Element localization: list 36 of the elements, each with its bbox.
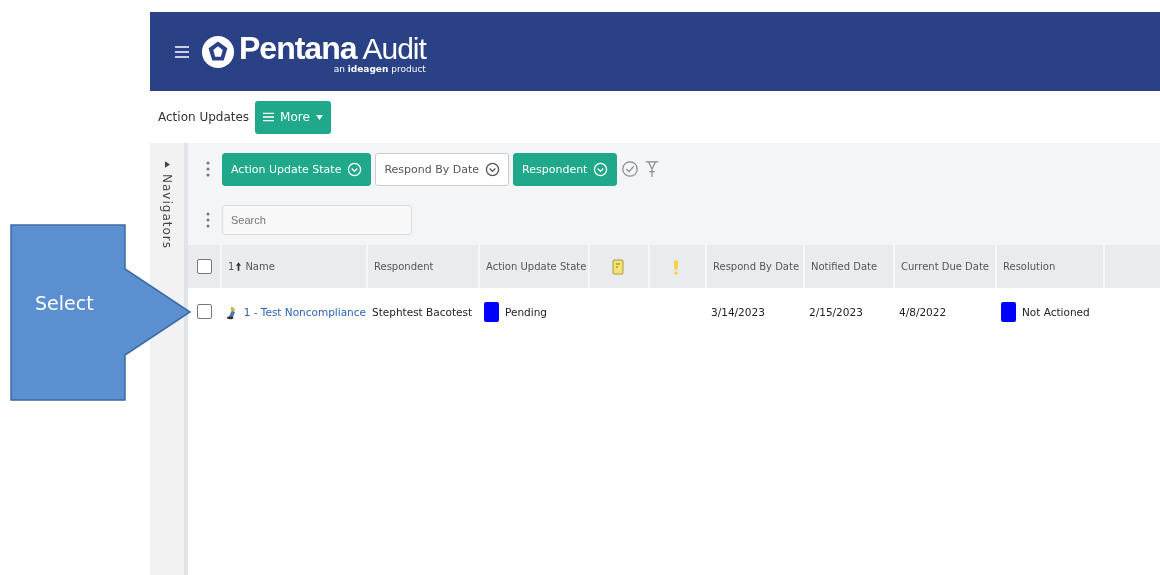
product-name: Audit: [362, 31, 426, 65]
drag-handle-icon[interactable]: [206, 161, 210, 177]
callout-label: Select: [35, 292, 94, 314]
drag-handle-icon[interactable]: [206, 212, 210, 228]
column-header[interactable]: Respondent: [374, 261, 434, 272]
table-cell: Pending: [505, 305, 547, 318]
table-cell: Not Actioned: [1022, 305, 1090, 318]
table-cell: 3/14/2023: [711, 305, 765, 318]
column-header[interactable]: Respond By Date: [713, 261, 800, 272]
column-header[interactable]: Current Due Date: [901, 261, 989, 272]
column-header[interactable]: Name: [245, 261, 275, 272]
sort-order: 1: [228, 261, 235, 272]
search-field[interactable]: Search: [222, 205, 412, 235]
checkbox[interactable]: [196, 304, 212, 319]
table-cell: 2/15/2023: [809, 305, 863, 318]
column-header[interactable]: Notified Date: [811, 261, 878, 272]
page-title: Action Updates: [158, 110, 250, 124]
menu-icon: [263, 112, 275, 122]
table-cell: 4/8/2022: [899, 305, 947, 318]
tagline: an ideagen product: [333, 63, 426, 74]
logo-icon: [201, 34, 235, 69]
table-cell: Stephtest Bacotest: [372, 305, 473, 318]
record-link[interactable]: 1 - Test Noncompliance: [243, 305, 366, 318]
sort-up-icon[interactable]: [236, 262, 242, 271]
checkbox[interactable]: [196, 259, 212, 274]
menu-icon[interactable]: [175, 45, 189, 58]
brand-name: Pentana: [239, 29, 357, 66]
column-header[interactable]: Action Update State: [486, 261, 587, 272]
chevron-down-icon[interactable]: [485, 161, 501, 177]
expand-icon[interactable]: [164, 161, 170, 168]
navigator-panel[interactable]: Navigators: [150, 143, 188, 575]
navigator-label[interactable]: Navigators: [160, 174, 174, 249]
column-header[interactable]: Resolution: [1003, 261, 1056, 272]
filter-chip[interactable]: Respond By Date: [375, 152, 510, 186]
check-circle-icon[interactable]: [621, 160, 640, 178]
caret-icon: [315, 114, 323, 120]
